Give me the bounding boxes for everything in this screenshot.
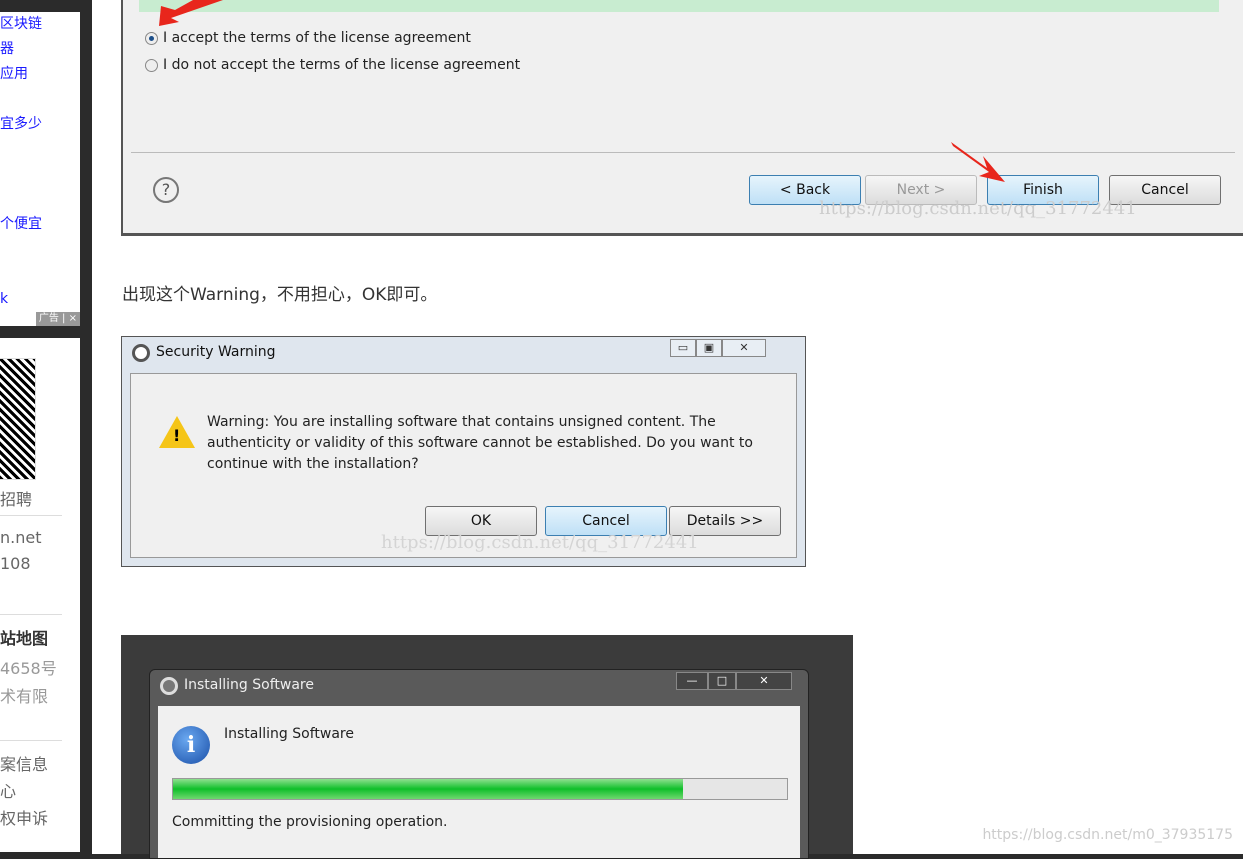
progress-fill [173,779,683,799]
ad-badge[interactable]: 广告 | × [35,312,80,326]
red-arrow-icon [159,0,223,26]
info-icon: i [172,726,210,764]
radio-icon [145,58,158,72]
contact-email: n.net [0,528,42,547]
icp-number: 4658号 [0,659,57,678]
minimize-button[interactable]: — [676,672,708,690]
decline-radio[interactable]: I do not accept the terms of the license… [145,57,520,73]
paragraph: 出现这个Warning，不用担心，OK即可。 [122,285,438,305]
ad-link[interactable]: 个便宜 [0,212,80,237]
eclipse-icon [160,677,178,695]
company-name: 术有限 [0,687,49,706]
radio-selected-icon [145,31,158,45]
progress-bar [172,778,788,800]
watermark: https://blog.csdn.net/qq_31772441 [381,532,699,553]
report-link[interactable]: 权申诉 [0,805,48,829]
window-controls: ▭ ▣ ✕ [670,339,766,357]
minimize-button[interactable]: ▭ [670,339,696,357]
warning-message: Warning: You are installing software tha… [207,414,753,472]
sidebar-ad-panel: 区块链 器 应用 宜多少 个便宜 k 广告 | × [0,12,80,326]
maximize-button[interactable]: ▣ [696,339,722,357]
report-link[interactable]: 心 [0,778,16,802]
accept-radio[interactable]: I accept the terms of the license agreem… [145,30,471,46]
article-content: I accept the terms of the license agreem… [92,0,1243,859]
help-icon[interactable]: ? [153,177,179,203]
window-controls: — □ ✕ [676,672,792,690]
contact-phone: 108 [0,554,31,573]
ad-label: 广告 [38,313,59,324]
decline-label: I do not accept the terms of the license… [163,57,521,73]
watermark: https://blog.csdn.net/m0_37935175 [982,827,1233,843]
ad-link[interactable]: 区块链 [0,12,80,37]
qr-code [0,358,36,480]
red-arrow-icon [951,142,1005,182]
maximize-button[interactable]: □ [708,672,736,690]
ad-link[interactable]: 器 [0,37,80,62]
install-heading: Installing Software [224,726,354,742]
ad-link[interactable]: 应用 [0,62,80,87]
report-link[interactable]: 案信息 [0,751,48,775]
divider [0,515,62,516]
install-status: Committing the provisioning operation. [172,814,448,830]
close-button[interactable]: ✕ [736,672,792,690]
ad-close-button[interactable]: × [69,313,77,324]
sitemap-link[interactable]: 站地图 [0,625,48,649]
ad-link[interactable]: k [0,287,80,312]
security-warning-screenshot: Security Warning ▭ ▣ ✕ ! Warning: You ar… [121,336,806,567]
ad-link[interactable]: 宜多少 [0,112,80,137]
license-text-area [139,0,1219,12]
close-button[interactable]: ✕ [722,339,766,357]
divider [131,152,1235,153]
ad-link[interactable] [0,87,80,112]
installing-screenshot: Installing Software — □ ✕ i Installing S… [121,635,853,859]
license-dialog-screenshot: I accept the terms of the license agreem… [121,0,1243,236]
sidebar-info-panel: 招聘 n.net 108 站地图 4658号 术有限 案信息 心 权申诉 [0,338,80,852]
dialog-title: Installing Software [184,677,314,693]
watermark: https://blog.csdn.net/qq_31772441 [819,198,1137,219]
accept-label: I accept the terms of the license agreem… [163,30,471,46]
eclipse-icon [132,344,150,362]
dialog-title: Security Warning [156,344,276,360]
divider [0,614,62,615]
divider [0,740,62,741]
recruit-link[interactable]: 招聘 [0,486,32,510]
